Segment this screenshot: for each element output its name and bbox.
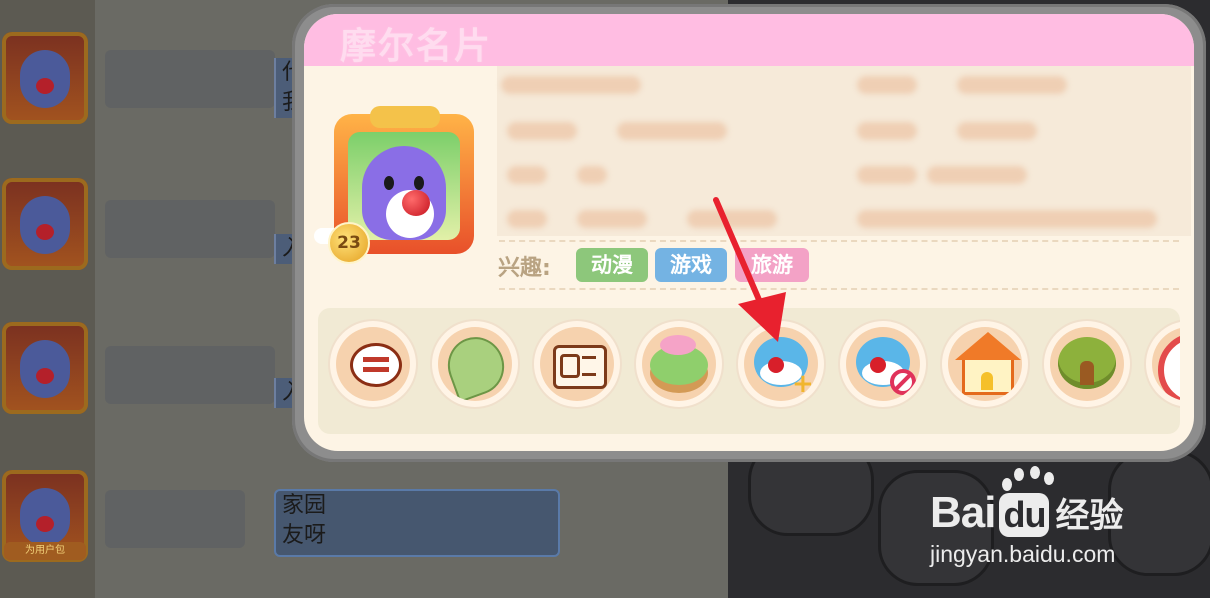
red-nose bbox=[402, 190, 430, 216]
card-button[interactable] bbox=[534, 321, 620, 407]
mole-character bbox=[362, 146, 446, 240]
player-avatar[interactable]: 23 bbox=[314, 106, 474, 264]
leaf-button[interactable] bbox=[432, 321, 518, 407]
divider bbox=[499, 288, 1179, 290]
garden-icon bbox=[650, 335, 708, 385]
avatar-portrait bbox=[348, 132, 460, 240]
plus-icon: + bbox=[792, 369, 814, 399]
chat-avatar[interactable] bbox=[2, 178, 88, 270]
chat-bubble-icon bbox=[350, 343, 402, 387]
chat-message-blurred bbox=[105, 50, 275, 108]
house-icon bbox=[955, 332, 1021, 395]
profile-card: 摩尔名片 23 兴趣: 动漫 游戏 旅游 + bbox=[304, 14, 1194, 451]
red-ring-icon bbox=[1158, 333, 1180, 401]
chat-avatar[interactable]: 为用户包 bbox=[2, 470, 88, 562]
block-user-button[interactable] bbox=[840, 321, 926, 407]
chat-avatar[interactable] bbox=[2, 32, 88, 124]
interest-tag: 动漫 bbox=[576, 248, 648, 282]
bow-decoration bbox=[370, 106, 440, 128]
watermark-url: jingyan.baidu.com bbox=[930, 541, 1116, 567]
action-bar: + bbox=[318, 308, 1180, 434]
watermark-brand-du: du bbox=[999, 493, 1050, 537]
profile-info-blurred bbox=[497, 66, 1191, 236]
id-card-icon bbox=[553, 345, 607, 389]
divider bbox=[499, 240, 1179, 242]
interest-tag: 游戏 bbox=[655, 248, 727, 282]
watermark-brand: Bai bbox=[930, 488, 996, 537]
leaf-icon bbox=[439, 329, 512, 401]
more-button[interactable] bbox=[1146, 321, 1180, 407]
chat-message-blurred bbox=[105, 346, 275, 404]
card-header: 摩尔名片 bbox=[304, 14, 1194, 67]
level-badge: 23 bbox=[328, 222, 370, 264]
chat-line: 家园 bbox=[282, 493, 327, 518]
garden-button[interactable] bbox=[636, 321, 722, 407]
chat-bubble-last: 家园 友呀 bbox=[274, 489, 560, 557]
chat-message-blurred bbox=[105, 490, 245, 548]
interests-label: 兴趣: bbox=[498, 256, 551, 281]
tree-house-icon bbox=[1058, 337, 1116, 389]
chat-button[interactable] bbox=[330, 321, 416, 407]
add-friend-button[interactable]: + bbox=[738, 321, 824, 407]
ban-icon bbox=[890, 369, 916, 395]
card-title: 摩尔名片 bbox=[340, 26, 493, 67]
watermark-brand-suffix: 经验 bbox=[1055, 497, 1124, 535]
chat-avatar[interactable] bbox=[2, 322, 88, 414]
interest-tag: 旅游 bbox=[735, 248, 809, 282]
home-button[interactable] bbox=[942, 321, 1028, 407]
chat-line: 友呀 bbox=[282, 523, 327, 548]
chat-message-blurred bbox=[105, 200, 275, 258]
watermark-logo: Bai du 经验 bbox=[930, 488, 1123, 538]
tree-house-button[interactable] bbox=[1044, 321, 1130, 407]
avatar-tag: 为用户包 bbox=[4, 542, 86, 560]
